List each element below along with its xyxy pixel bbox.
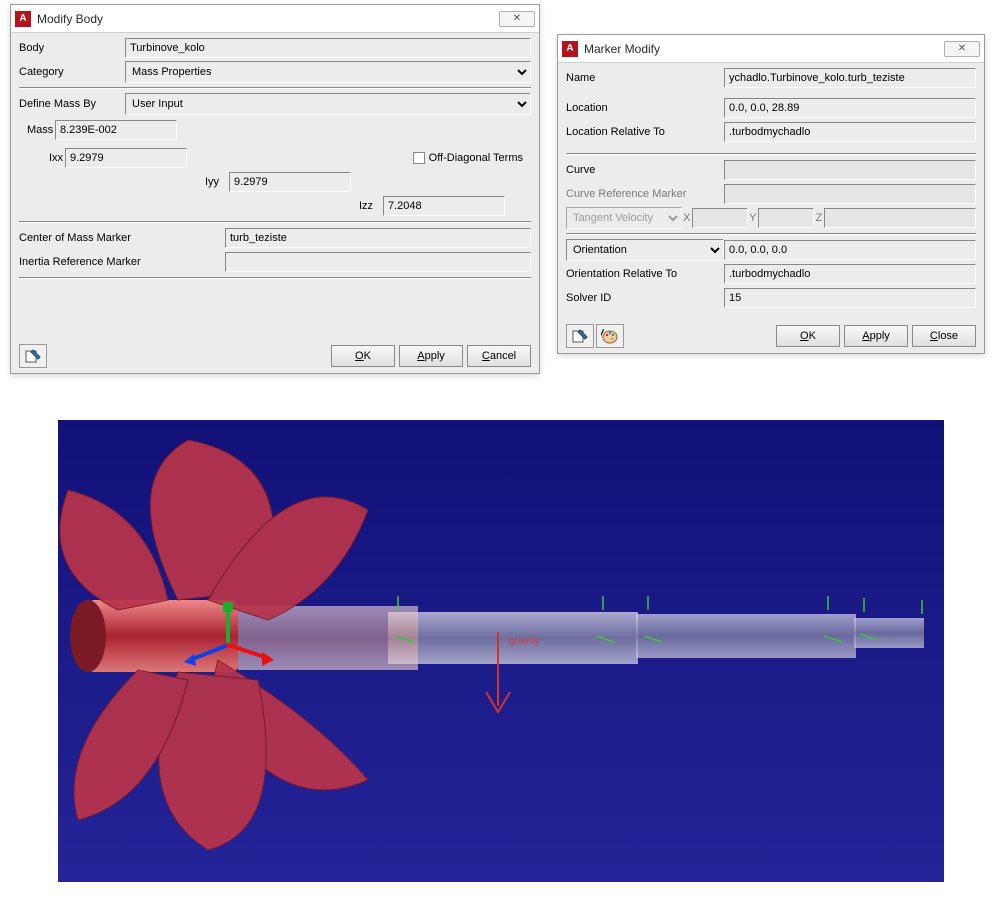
iyy-input[interactable] bbox=[229, 172, 351, 192]
dialog-title: Marker Modify bbox=[584, 42, 944, 56]
curve-input bbox=[724, 160, 976, 180]
orient-rel-label: Orientation Relative To bbox=[566, 266, 724, 282]
edit-icon[interactable] bbox=[566, 324, 594, 348]
titlebar[interactable]: A Modify Body ✕ bbox=[11, 5, 539, 33]
checkbox-icon bbox=[413, 152, 425, 164]
define-mass-label: Define Mass By bbox=[19, 96, 125, 112]
location-label: Location bbox=[566, 100, 724, 116]
inertia-ref-input[interactable] bbox=[225, 252, 531, 272]
ok-button[interactable]: OK bbox=[331, 345, 395, 367]
close-icon[interactable]: ✕ bbox=[944, 41, 980, 57]
apply-button[interactable]: Apply bbox=[399, 345, 463, 367]
category-select[interactable]: Mass Properties bbox=[125, 61, 531, 83]
orientation-select[interactable]: Orientation bbox=[566, 239, 724, 261]
mass-input[interactable] bbox=[55, 120, 177, 140]
palette-icon[interactable] bbox=[596, 324, 624, 348]
ok-button[interactable]: OK bbox=[776, 325, 840, 347]
z-label: Z bbox=[814, 210, 824, 226]
x-label: X bbox=[682, 210, 692, 226]
location-input[interactable] bbox=[724, 98, 976, 118]
titlebar[interactable]: A Marker Modify ✕ bbox=[558, 35, 984, 63]
inertia-ref-label: Inertia Reference Marker bbox=[19, 254, 225, 270]
name-label: Name bbox=[566, 70, 724, 86]
izz-input[interactable] bbox=[383, 196, 505, 216]
izz-label: Izz bbox=[359, 198, 383, 214]
loc-rel-input[interactable] bbox=[724, 122, 976, 142]
curve-ref-input bbox=[724, 184, 976, 204]
close-button[interactable]: Close bbox=[912, 325, 976, 347]
x-input bbox=[692, 208, 748, 228]
name-input[interactable] bbox=[724, 68, 976, 88]
app-icon: A bbox=[562, 41, 578, 57]
tangent-vel-select: Tangent Velocity bbox=[566, 207, 682, 229]
solver-id-label: Solver ID bbox=[566, 290, 724, 306]
3d-viewport[interactable]: gravity bbox=[58, 420, 944, 882]
ixx-label: Ixx bbox=[19, 150, 65, 166]
app-icon: A bbox=[15, 11, 31, 27]
modify-body-dialog: A Modify Body ✕ Body Category Mass Prope… bbox=[10, 4, 540, 374]
mass-label: Mass bbox=[19, 122, 55, 138]
curve-label: Curve bbox=[566, 162, 724, 178]
curve-ref-label: Curve Reference Marker bbox=[566, 186, 724, 202]
y-label: Y bbox=[748, 210, 758, 226]
category-label: Category bbox=[19, 64, 125, 80]
gravity-label: gravity bbox=[508, 635, 541, 647]
edit-icon[interactable] bbox=[19, 344, 47, 368]
dialog-title: Modify Body bbox=[37, 12, 499, 26]
solver-id-input[interactable] bbox=[724, 288, 976, 308]
ixx-input[interactable] bbox=[65, 148, 187, 168]
orientation-input[interactable] bbox=[724, 240, 976, 260]
com-marker-input[interactable] bbox=[225, 228, 531, 248]
apply-button[interactable]: Apply bbox=[844, 325, 908, 347]
body-input[interactable] bbox=[125, 38, 531, 58]
loc-rel-label: Location Relative To bbox=[566, 124, 724, 140]
model-render: gravity bbox=[58, 420, 944, 882]
orient-rel-input[interactable] bbox=[724, 264, 976, 284]
y-input bbox=[758, 208, 814, 228]
body-label: Body bbox=[19, 40, 125, 56]
offdiag-checkbox[interactable]: Off-Diagonal Terms bbox=[413, 152, 523, 164]
define-mass-select[interactable]: User Input bbox=[125, 93, 531, 115]
com-marker-label: Center of Mass Marker bbox=[19, 230, 225, 246]
cancel-button[interactable]: Cancel bbox=[467, 345, 531, 367]
close-icon[interactable]: ✕ bbox=[499, 11, 535, 27]
iyy-label: Iyy bbox=[205, 174, 229, 190]
z-input bbox=[824, 208, 976, 228]
marker-modify-dialog: A Marker Modify ✕ Name Location Location… bbox=[557, 34, 985, 354]
